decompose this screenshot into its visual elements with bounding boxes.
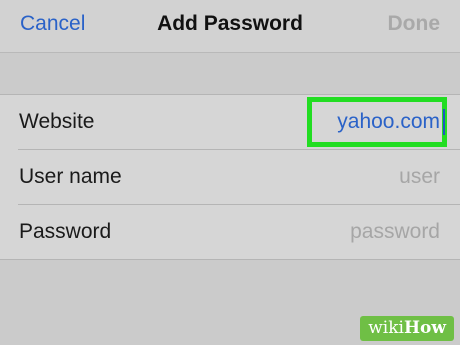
password-input[interactable]: password — [350, 220, 440, 244]
password-row[interactable]: Password password — [0, 205, 460, 259]
username-label: User name — [19, 165, 122, 188]
done-button[interactable]: Done — [388, 12, 441, 36]
password-form: Website yahoo.com User name user Passwor… — [0, 94, 460, 260]
website-label: Website — [19, 110, 95, 133]
watermark-prefix: wiki — [368, 318, 404, 338]
username-input[interactable]: user — [399, 165, 440, 189]
watermark-suffix: How — [403, 318, 446, 338]
website-row[interactable]: Website yahoo.com — [0, 95, 460, 149]
wikihow-watermark: wikiHow — [360, 316, 454, 341]
username-row[interactable]: User name user — [0, 150, 460, 204]
navigation-bar: Cancel Add Password Done — [0, 0, 460, 53]
password-label: Password — [19, 220, 112, 243]
text-cursor — [443, 109, 445, 135]
website-input[interactable]: yahoo.com — [337, 110, 440, 134]
